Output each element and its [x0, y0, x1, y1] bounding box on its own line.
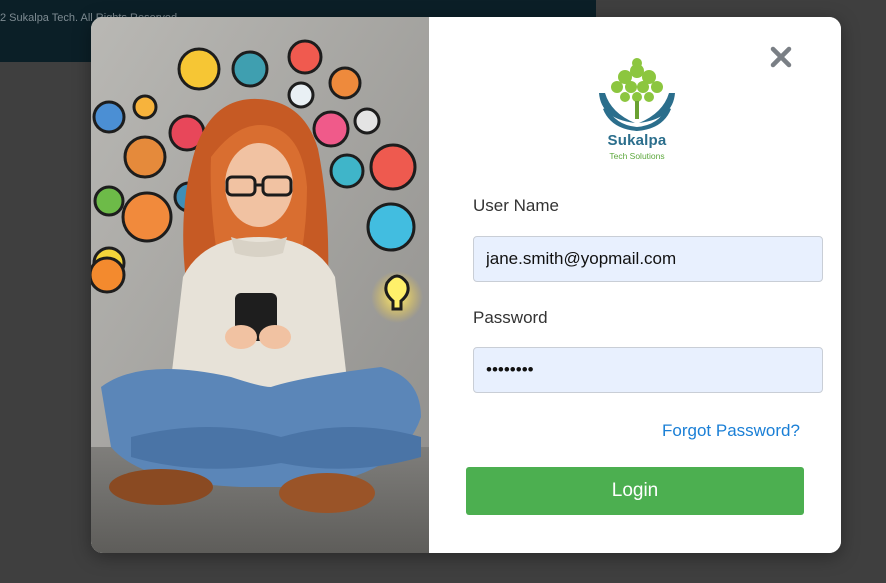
login-form-pane: Sukalpa Tech Solutions User Name Passwor… — [429, 17, 841, 553]
login-modal: Sukalpa Tech Solutions User Name Passwor… — [91, 17, 841, 553]
close-button[interactable] — [769, 45, 793, 69]
tree-hands-icon — [599, 58, 675, 131]
username-field[interactable] — [473, 236, 823, 282]
password-label: Password — [473, 308, 548, 327]
brand-name: Sukalpa — [607, 132, 667, 149]
close-icon — [770, 46, 792, 68]
hero-image — [91, 17, 429, 553]
forgot-password-link[interactable]: Forgot Password? — [662, 421, 800, 441]
brand-tagline: Tech Solutions — [609, 151, 665, 161]
username-label: User Name — [473, 196, 559, 215]
password-field[interactable] — [473, 347, 823, 393]
hero-illustration — [91, 17, 429, 553]
login-button[interactable]: Login — [466, 467, 804, 515]
brand-logo: Sukalpa Tech Solutions — [587, 57, 687, 165]
